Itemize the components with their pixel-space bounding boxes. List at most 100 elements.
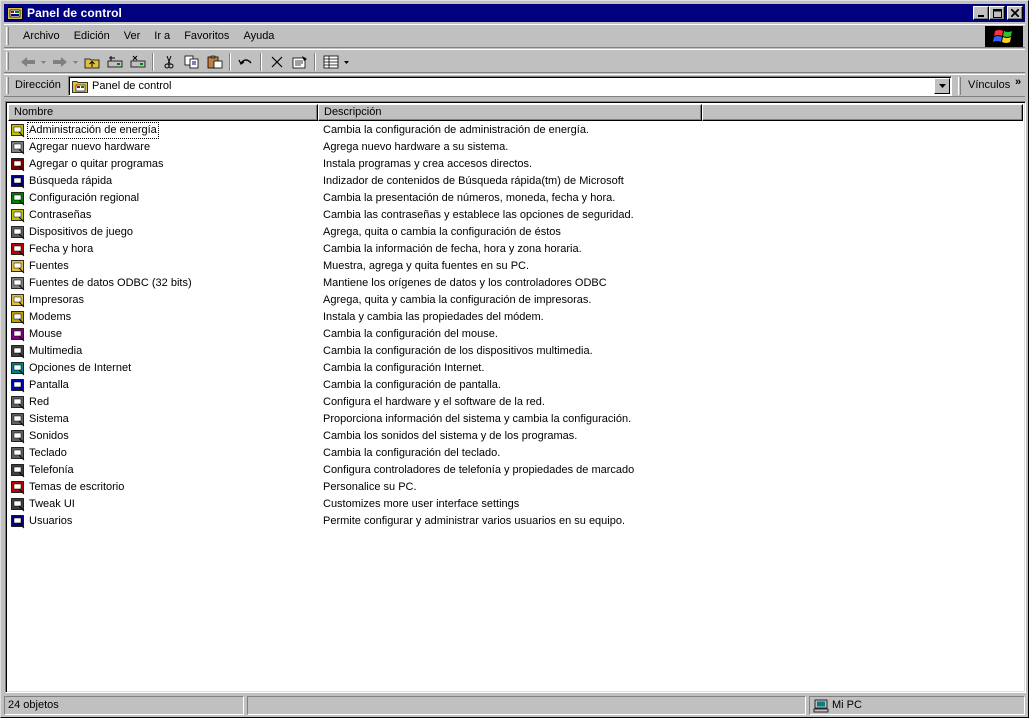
menu-item-ir-a[interactable]: Ir a xyxy=(147,29,177,43)
delete-button[interactable] xyxy=(265,52,288,72)
list-item[interactable]: Mouse Cambia la configuración del mouse. xyxy=(8,326,1008,343)
list-item[interactable]: Administración de energía Cambia la confi… xyxy=(8,122,1008,139)
item-name[interactable]: Agregar o quitar programas xyxy=(28,157,165,172)
standard-toolbar xyxy=(4,49,1025,73)
forward-button[interactable] xyxy=(48,52,71,72)
item-description: Configura controladores de telefonía y p… xyxy=(323,464,635,476)
item-description: Permite configurar y administrar varios … xyxy=(323,515,626,527)
forward-dropdown[interactable] xyxy=(71,52,80,72)
item-name[interactable]: Búsqueda rápida xyxy=(28,174,113,189)
views-dropdown[interactable] xyxy=(342,52,351,72)
list-item[interactable]: Agregar o quitar programas Instala progra… xyxy=(8,156,1008,173)
system-icon xyxy=(11,413,25,427)
list-item[interactable]: Impresoras Agrega, quita y cambia la conf… xyxy=(8,292,1008,309)
item-name[interactable]: Modems xyxy=(28,310,72,325)
file-list-view[interactable]: Nombre Descripción Administración de ene… xyxy=(5,101,1026,693)
item-name[interactable]: Usuarios xyxy=(28,514,73,529)
list-item[interactable]: Fuentes Muestra, agrega y quita fuentes e… xyxy=(8,258,1008,275)
back-button[interactable] xyxy=(16,52,39,72)
windows-logo-icon xyxy=(985,26,1023,47)
close-icon xyxy=(1011,9,1019,17)
list-item[interactable]: Fecha y hora Cambia la información de fec… xyxy=(8,241,1008,258)
item-name[interactable]: Pantalla xyxy=(28,378,70,393)
item-name[interactable]: Dispositivos de juego xyxy=(28,225,134,240)
item-name[interactable]: Agregar nuevo hardware xyxy=(28,140,151,155)
column-header-name[interactable]: Nombre xyxy=(8,104,318,121)
item-name[interactable]: Telefonía xyxy=(28,463,75,478)
disconnect-drive-button[interactable] xyxy=(126,52,149,72)
menu-item-ayuda[interactable]: Ayuda xyxy=(236,29,281,43)
map-drive-button[interactable] xyxy=(103,52,126,72)
views-button[interactable] xyxy=(319,52,342,72)
copy-icon xyxy=(184,55,198,69)
links-label[interactable]: Vínculos xyxy=(968,79,1010,91)
list-item[interactable]: Contraseñas Cambia las contraseñas y esta… xyxy=(8,207,1008,224)
list-item[interactable]: Red Configura el hardware y el software d… xyxy=(8,394,1008,411)
paste-button[interactable] xyxy=(203,52,226,72)
links-chevron-icon[interactable]: » xyxy=(1015,76,1021,88)
minimize-button[interactable] xyxy=(973,6,989,20)
item-name[interactable]: Contraseñas xyxy=(28,208,92,223)
item-name[interactable]: Fuentes xyxy=(28,259,70,274)
list-item[interactable]: Usuarios Permite configurar y administrar… xyxy=(8,513,1008,530)
list-item[interactable]: Pantalla Cambia la configuración de panta… xyxy=(8,377,1008,394)
title-bar[interactable]: Panel de control xyxy=(4,4,1025,22)
menu-bar-grip[interactable] xyxy=(6,27,9,45)
toolbar-separator xyxy=(229,53,231,71)
item-name[interactable]: Opciones de Internet xyxy=(28,361,132,376)
odbc-icon xyxy=(11,277,25,291)
list-item[interactable]: Configuración regional Cambia la presenta… xyxy=(8,190,1008,207)
close-button[interactable] xyxy=(1007,6,1023,20)
undo-button[interactable] xyxy=(234,52,257,72)
item-name[interactable]: Temas de escritorio xyxy=(28,480,125,495)
map-drive-icon xyxy=(107,56,122,68)
copy-button[interactable] xyxy=(180,52,203,72)
maximize-button[interactable] xyxy=(989,6,1005,20)
list-item[interactable]: Dispositivos de juego Agrega, quita o cam… xyxy=(8,224,1008,241)
item-name[interactable]: Teclado xyxy=(28,446,68,461)
item-name[interactable]: Tweak UI xyxy=(28,497,76,512)
list-item[interactable]: Sistema Proporciona información del siste… xyxy=(8,411,1008,428)
speaker-icon xyxy=(11,430,25,444)
item-name[interactable]: Multimedia xyxy=(28,344,83,359)
toolbar-grip[interactable] xyxy=(6,52,9,70)
list-item[interactable]: Multimedia Cambia la configuración de los… xyxy=(8,343,1008,360)
up-folder-button[interactable] xyxy=(80,52,103,72)
item-name[interactable]: Red xyxy=(28,395,50,410)
list-item[interactable]: Fuentes de datos ODBC (32 bits) Mantiene … xyxy=(8,275,1008,292)
internet-icon xyxy=(11,362,25,376)
address-dropdown-button[interactable] xyxy=(934,78,950,94)
list-item[interactable]: Modems Instala y cambia las propiedades d… xyxy=(8,309,1008,326)
item-name[interactable]: Configuración regional xyxy=(28,191,140,206)
list-item[interactable]: Opciones de Internet Cambia la configurac… xyxy=(8,360,1008,377)
list-item[interactable]: Telefonía Configura controladores de tele… xyxy=(8,462,1008,479)
cut-button[interactable] xyxy=(157,52,180,72)
menu-item-favoritos[interactable]: Favoritos xyxy=(177,29,236,43)
telephony-icon xyxy=(11,464,25,478)
list-item[interactable]: Tweak UI Customizes more user interface s… xyxy=(8,496,1008,513)
list-item[interactable]: Búsqueda rápida Indizador de contenidos d… xyxy=(8,173,1008,190)
links-grip[interactable] xyxy=(958,77,961,95)
list-item[interactable]: Teclado Cambia la configuración del tecla… xyxy=(8,445,1008,462)
column-header-description[interactable]: Descripción xyxy=(318,104,702,121)
minimize-icon xyxy=(978,15,984,17)
properties-button[interactable] xyxy=(288,52,311,72)
menu-item-edición[interactable]: Edición xyxy=(67,29,117,43)
item-name[interactable]: Administración de energía xyxy=(27,122,159,139)
item-name[interactable]: Mouse xyxy=(28,327,63,342)
back-dropdown[interactable] xyxy=(39,52,48,72)
multimedia-icon xyxy=(11,345,25,359)
list-item[interactable]: Sonidos Cambia los sonidos del sistema y … xyxy=(8,428,1008,445)
item-name[interactable]: Impresoras xyxy=(28,293,85,308)
item-name[interactable]: Fecha y hora xyxy=(28,242,94,257)
column-header-empty[interactable] xyxy=(702,104,1023,121)
address-bar-grip[interactable] xyxy=(6,77,9,94)
item-name[interactable]: Fuentes de datos ODBC (32 bits) xyxy=(28,276,193,291)
menu-item-ver[interactable]: Ver xyxy=(117,29,148,43)
address-input[interactable]: Panel de control xyxy=(68,76,952,96)
item-name[interactable]: Sistema xyxy=(28,412,70,427)
list-item[interactable]: Temas de escritorio Personalice su PC. xyxy=(8,479,1008,496)
item-name[interactable]: Sonidos xyxy=(28,429,70,444)
list-item[interactable]: Agregar nuevo hardware Agrega nuevo hardw… xyxy=(8,139,1008,156)
menu-item-archivo[interactable]: Archivo xyxy=(16,29,67,43)
